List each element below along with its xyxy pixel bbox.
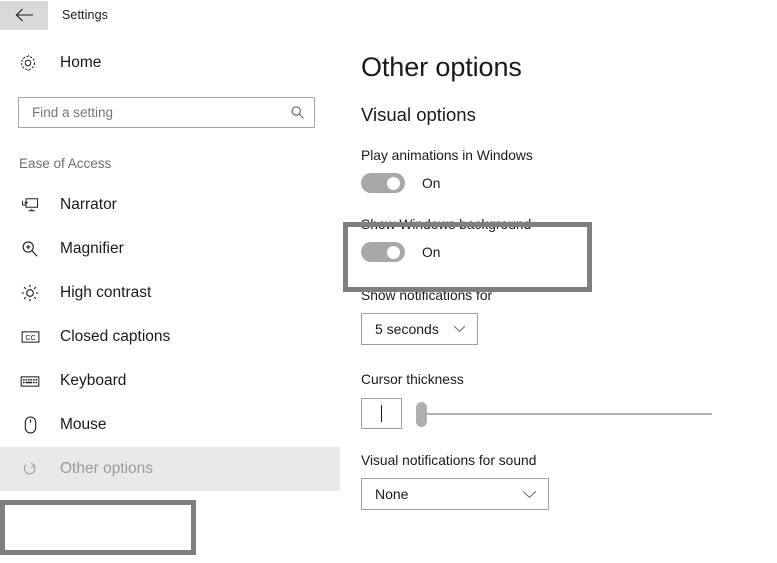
sidebar-item-label: Other options — [60, 460, 154, 477]
dropdown-show-notifications-for[interactable]: 5 seconds — [361, 313, 478, 345]
sidebar: Home Ease of Access — [0, 46, 340, 491]
sidebar-item-label: Keyboard — [60, 372, 127, 389]
setting-label-show-windows-background: Show Windows background — [361, 217, 532, 232]
back-arrow-icon — [15, 8, 34, 22]
sidebar-item-label: Magnifier — [60, 240, 124, 257]
cursor-bar-icon — [381, 405, 382, 422]
mouse-icon — [19, 416, 41, 434]
cursor-thickness-slider[interactable] — [416, 399, 712, 429]
sidebar-group-header: Ease of Access — [19, 156, 112, 171]
window-title: Settings — [62, 8, 108, 22]
sidebar-item-label: High contrast — [60, 284, 152, 301]
slider-track — [426, 412, 712, 415]
sidebar-item-mouse[interactable]: Mouse — [0, 403, 340, 447]
setting-label-play-animations: Play animations in Windows — [361, 148, 533, 163]
slider-thumb[interactable] — [416, 401, 427, 427]
toggle-row-play-animations: On — [361, 173, 777, 193]
annotation-box-other-options — [0, 500, 196, 555]
chevron-down-icon — [453, 325, 466, 333]
svg-text:CC: CC — [25, 334, 35, 342]
toggle-state-show-windows-background: On — [422, 244, 441, 260]
main-content: Other options Visual options Play animat… — [361, 0, 777, 510]
toggle-knob — [387, 176, 400, 190]
dropdown-value: None — [375, 486, 409, 502]
sidebar-item-narrator[interactable]: Narrator — [0, 183, 340, 227]
toggle-knob — [387, 245, 400, 259]
cursor-thickness-row — [361, 398, 777, 429]
cursor-thickness-preview — [361, 398, 402, 429]
sidebar-item-label: Mouse — [60, 416, 107, 433]
sidebar-item-label: Narrator — [60, 196, 117, 213]
setting-label-cursor-thickness: Cursor thickness — [361, 372, 464, 387]
closed-captions-icon: CC — [19, 330, 41, 344]
high-contrast-sun-icon — [19, 284, 41, 302]
other-options-icon — [19, 461, 41, 478]
setting-show-windows-background: Show Windows background On — [361, 217, 777, 262]
sidebar-nav-list: Narrator Magnifier High contrast CC Clos… — [0, 183, 340, 491]
setting-visual-notifications-for-sound: Visual notifications for sound None — [361, 453, 777, 510]
setting-cursor-thickness: Cursor thickness — [361, 372, 777, 429]
toggle-state-play-animations: On — [422, 175, 441, 191]
setting-show-notifications-for: Show notifications for 5 seconds — [361, 288, 777, 345]
sidebar-item-label: Closed captions — [60, 328, 171, 345]
sidebar-item-label-home: Home — [60, 54, 102, 71]
back-button[interactable] — [0, 0, 48, 30]
setting-play-animations: Play animations in Windows On — [361, 148, 777, 193]
section-title-visual-options: Visual options — [361, 104, 476, 125]
magnifier-icon — [19, 240, 41, 258]
toggle-play-animations[interactable] — [361, 173, 405, 193]
search-input[interactable] — [32, 105, 290, 120]
dropdown-value: 5 seconds — [375, 321, 439, 337]
narrator-monitor-icon — [19, 197, 41, 213]
page-title: Other options — [361, 52, 522, 82]
dropdown-visual-notifications-for-sound[interactable]: None — [361, 478, 549, 510]
sidebar-item-home[interactable]: Home — [0, 46, 340, 80]
chevron-down-icon — [522, 490, 537, 499]
toggle-row-show-windows-background: On — [361, 242, 777, 262]
keyboard-icon — [19, 375, 41, 388]
setting-label-show-notifications-for: Show notifications for — [361, 288, 493, 303]
setting-label-visual-notifications-for-sound: Visual notifications for sound — [361, 453, 537, 468]
sidebar-item-closed-captions[interactable]: CC Closed captions — [0, 315, 340, 359]
sidebar-item-high-contrast[interactable]: High contrast — [0, 271, 340, 315]
search-icon[interactable] — [290, 105, 305, 120]
sidebar-item-magnifier[interactable]: Magnifier — [0, 227, 340, 271]
sidebar-item-keyboard[interactable]: Keyboard — [0, 359, 340, 403]
gear-icon — [19, 54, 39, 72]
toggle-show-windows-background[interactable] — [361, 242, 405, 262]
sidebar-item-other-options[interactable]: Other options — [0, 447, 340, 491]
search-box[interactable] — [18, 97, 315, 128]
